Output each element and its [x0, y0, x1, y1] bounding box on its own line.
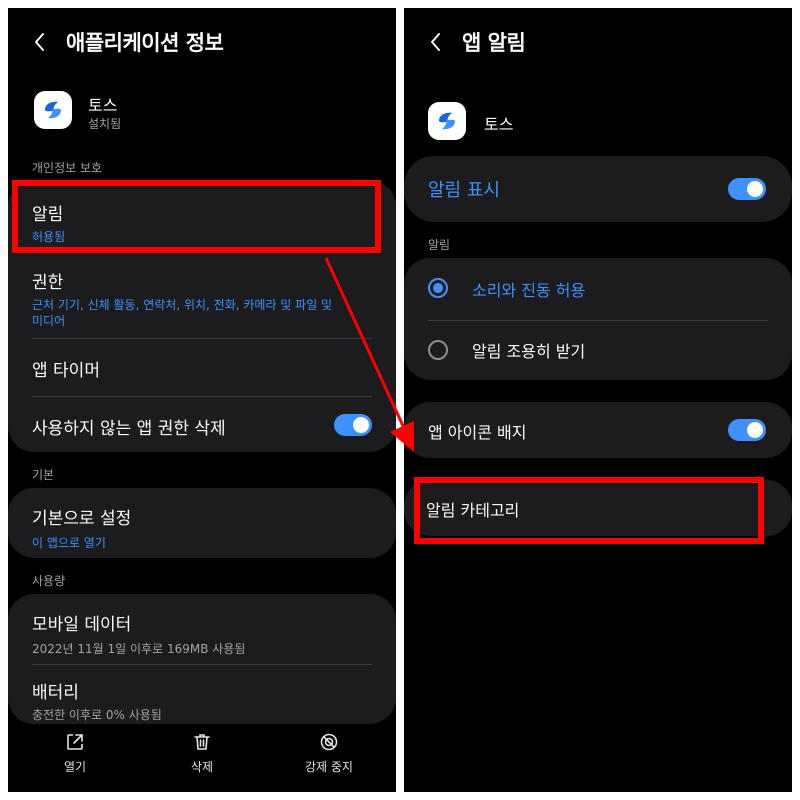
usage-card: 모바일 데이터 2022년 11월 1일 이후로 169MB 사용됨 배터리 충… — [8, 594, 396, 724]
force-stop-button[interactable]: 강제 중지 — [284, 732, 374, 775]
permissions-value: 근처 기기, 신체 활동, 연락처, 위치, 전화, 카메라 및 파일 및 — [32, 298, 333, 312]
mobile-data-title: 모바일 데이터 — [32, 615, 132, 635]
uninstall-label: 삭제 — [190, 760, 214, 774]
section-label-usage: 사용량 — [32, 574, 66, 588]
page-title: 애플리케이션 정보 — [66, 31, 224, 55]
notification-style-card: 소리와 진동 허용 알림 조용히 받기 — [404, 258, 792, 380]
back-button[interactable] — [416, 26, 456, 58]
set-default-value: 이 앱으로 열기 — [32, 536, 106, 550]
set-default-row[interactable]: 기본으로 설정 이 앱으로 열기 — [8, 488, 396, 558]
back-button[interactable] — [20, 26, 60, 58]
toss-logo-icon — [34, 91, 72, 129]
app-name: 토스 — [88, 96, 118, 115]
page-title: 앱 알림 — [462, 31, 526, 55]
section-label-notifications: 알림 — [428, 238, 451, 252]
divider — [32, 338, 372, 339]
radio-selected[interactable] — [428, 278, 448, 298]
chevron-left-icon — [35, 33, 44, 51]
chevron-left-icon — [431, 33, 440, 51]
highlight-box-categories — [414, 477, 764, 544]
open-button[interactable]: 열기 — [30, 732, 120, 775]
battery-row[interactable]: 배터리 충전한 이후로 0% 사용됨 — [8, 666, 396, 724]
option-silent[interactable]: 알림 조용히 받기 — [404, 320, 792, 380]
show-notifications-toggle[interactable] — [728, 178, 766, 200]
force-stop-icon — [320, 733, 338, 751]
permissions-title: 권한 — [32, 273, 64, 293]
default-card: 기본으로 설정 이 앱으로 열기 — [8, 488, 396, 558]
option-label: 소리와 진동 허용 — [472, 281, 586, 300]
mobile-data-value: 2022년 11월 1일 이후로 169MB 사용됨 — [32, 642, 246, 656]
show-notifications-row[interactable]: 알림 표시 — [404, 156, 792, 222]
app-timer-row[interactable]: 앱 타이머 — [8, 340, 396, 396]
remove-permissions-row[interactable]: 사용하지 않는 앱 권한 삭제 — [8, 396, 396, 452]
remove-permissions-toggle[interactable] — [334, 414, 372, 436]
app-install-status: 설치됨 — [88, 117, 122, 131]
option-label: 알림 조용히 받기 — [472, 342, 586, 361]
open-external-icon — [67, 734, 83, 750]
battery-title: 배터리 — [32, 683, 79, 703]
section-label-default: 기본 — [32, 468, 55, 482]
radio-unselected[interactable] — [428, 340, 448, 360]
icon-badge-toggle[interactable] — [728, 419, 766, 441]
battery-value: 충전한 이후로 0% 사용됨 — [32, 708, 162, 722]
app-notifications-screen: 앱 알림 토스 알림 표시 알림 소리와 진동 허용 알림 조용히 받기 앱 아… — [404, 8, 792, 792]
set-default-title: 기본으로 설정 — [32, 509, 132, 529]
top-bar: 앱 알림 — [404, 26, 792, 58]
show-notifications-title: 알림 표시 — [428, 180, 500, 201]
remove-permissions-title: 사용하지 않는 앱 권한 삭제 — [32, 419, 226, 439]
top-bar: 애플리케이션 정보 — [8, 26, 396, 58]
mobile-data-row[interactable]: 모바일 데이터 2022년 11월 1일 이후로 169MB 사용됨 — [8, 594, 396, 664]
toss-logo-icon — [428, 102, 466, 140]
app-timer-title: 앱 타이머 — [32, 361, 100, 381]
force-stop-label: 강제 중지 — [305, 760, 353, 774]
uninstall-button[interactable]: 삭제 — [157, 732, 247, 775]
permissions-row[interactable]: 권한 근처 기기, 신체 활동, 연락처, 위치, 전화, 카메라 및 파일 및… — [8, 258, 396, 340]
highlight-box-notifications — [12, 180, 381, 253]
open-label: 열기 — [63, 760, 87, 774]
app-info-screen: 애플리케이션 정보 토스 설치됨 개인정보 보호 알림 허용됨 권한 근처 기기… — [8, 8, 396, 792]
option-sound-vibrate[interactable]: 소리와 진동 허용 — [404, 258, 792, 318]
icon-badge-title: 앱 아이콘 배지 — [428, 423, 527, 442]
permissions-value-cont: 미디어 — [32, 314, 66, 328]
divider — [32, 664, 372, 665]
section-label-privacy: 개인정보 보호 — [32, 161, 103, 175]
trash-icon — [194, 734, 210, 750]
icon-badge-row[interactable]: 앱 아이콘 배지 — [404, 402, 792, 458]
app-name: 토스 — [484, 115, 514, 134]
